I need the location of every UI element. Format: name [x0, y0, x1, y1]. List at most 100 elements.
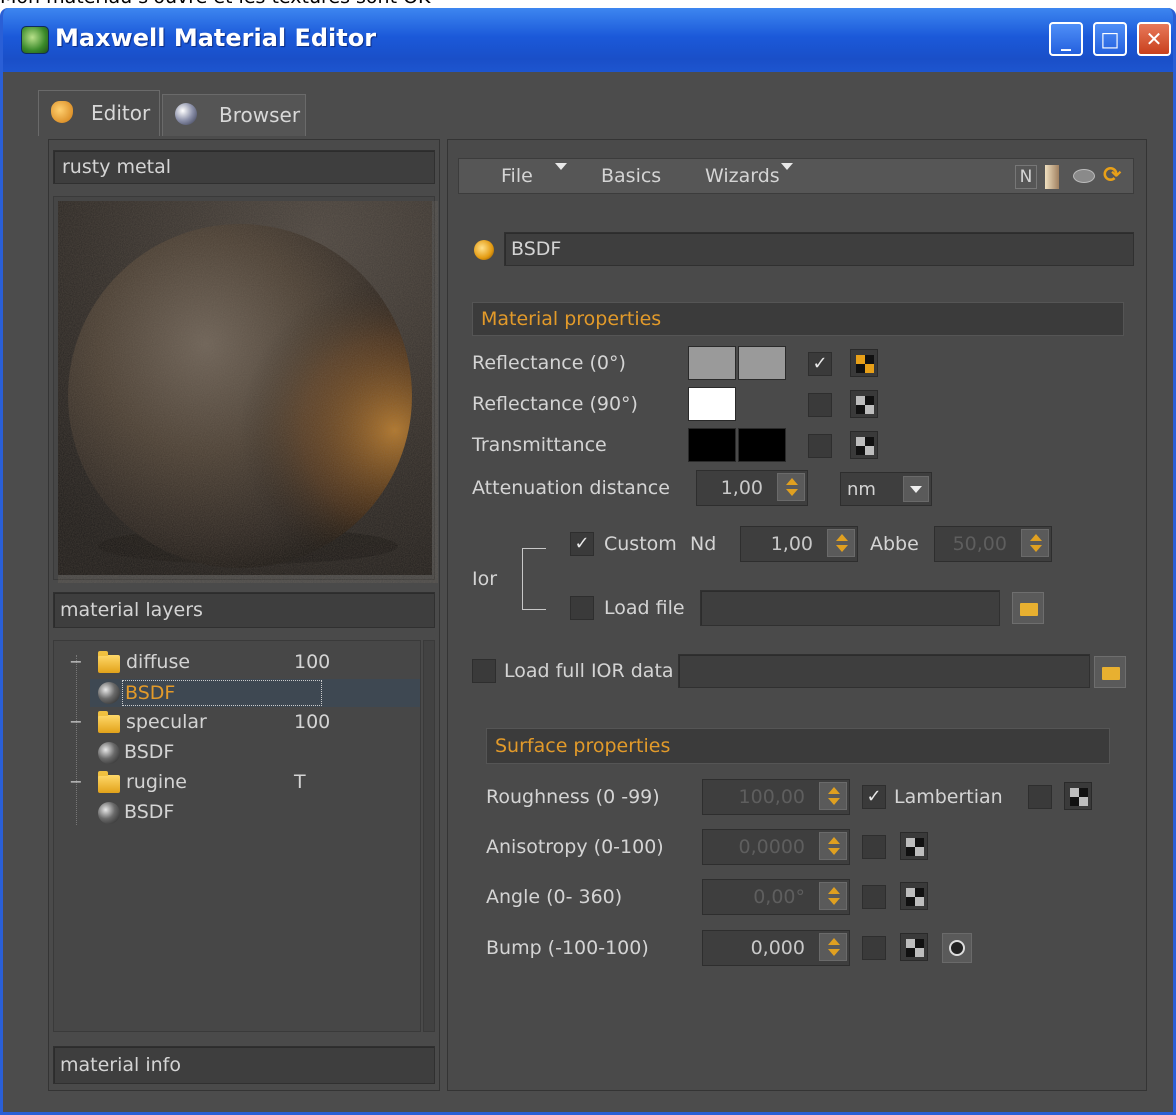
reflectance0-swatch[interactable]: [688, 346, 736, 380]
angle-spinbox[interactable]: 0,00°: [702, 879, 850, 915]
tab-editor[interactable]: Editor: [38, 90, 160, 136]
attenuation-spinbox[interactable]: 1,00: [696, 470, 808, 506]
reflectance90-swatch[interactable]: [688, 387, 736, 421]
browse-folder-icon[interactable]: [1012, 592, 1044, 624]
load-full-ior-checkbox[interactable]: [472, 659, 496, 683]
abbe-spinbox[interactable]: 50,00: [934, 526, 1052, 562]
reflectance90-checkbox[interactable]: [808, 393, 832, 417]
refresh-icon[interactable]: ⟳: [1103, 163, 1121, 188]
tree-row-diffuse[interactable]: − diffuse 100: [54, 649, 420, 677]
anisotropy-texture-checkbox[interactable]: [862, 835, 886, 859]
tree-row-rugine[interactable]: − rugine T: [54, 769, 420, 797]
close-button[interactable]: ✕: [1137, 22, 1171, 56]
load-file-checkbox[interactable]: [570, 596, 594, 620]
bsdf-sphere-icon: [98, 682, 120, 704]
reflectance0-texture-icon[interactable]: [850, 349, 878, 377]
menu-wizards[interactable]: Wizards: [705, 165, 780, 187]
tab-browser[interactable]: Browser: [162, 94, 306, 136]
tree-item-label: BSDF: [124, 801, 175, 823]
editor-icon: [51, 101, 73, 123]
reflectance0-checkbox[interactable]: ✓: [808, 352, 832, 376]
browse-folder-icon[interactable]: [1094, 656, 1126, 688]
tree-row-bsdf[interactable]: BSDF: [90, 799, 420, 827]
attenuation-unit-value: nm: [847, 479, 876, 500]
collapse-icon[interactable]: −: [69, 714, 83, 730]
roughness-label: Roughness (0 -99): [486, 786, 660, 808]
tree-row-bsdf-selected[interactable]: BSDF: [90, 679, 420, 707]
chevron-down-icon[interactable]: [903, 476, 929, 502]
roughness-spinbox[interactable]: 100,00: [702, 779, 850, 815]
folder-icon: [98, 651, 120, 673]
spinner-arrows-icon[interactable]: [819, 933, 847, 961]
ior-file-path-input[interactable]: [700, 590, 1000, 626]
maximize-button[interactable]: □: [1093, 22, 1127, 56]
custom-ior-checkbox[interactable]: ✓: [570, 532, 594, 556]
bsdf-enable-icon[interactable]: [474, 240, 494, 260]
custom-label: Custom: [604, 533, 677, 555]
transmittance-swatch[interactable]: [688, 428, 736, 462]
tree-item-weight: T: [294, 771, 306, 793]
transmittance-texture-icon[interactable]: [850, 431, 878, 459]
tree-row-bsdf[interactable]: BSDF: [90, 739, 420, 767]
tree-item-weight: 100: [294, 711, 331, 733]
load-full-ior-label: Load full IOR data: [504, 660, 674, 682]
normal-map-icon: [949, 940, 965, 956]
angle-value: 0,00°: [753, 886, 805, 908]
title-bar[interactable]: Maxwell Material Editor _ □ ✕: [3, 8, 1173, 72]
nd-spinbox[interactable]: 1,00: [740, 526, 858, 562]
material-name-field[interactable]: rusty metal: [53, 150, 435, 184]
collapse-icon[interactable]: −: [69, 774, 83, 790]
transmittance-checkbox[interactable]: [808, 434, 832, 458]
reflectance90-texture-icon[interactable]: [850, 390, 878, 418]
spinner-arrows-icon[interactable]: [1021, 529, 1049, 557]
minimize-icon: _: [1061, 27, 1071, 51]
minimize-button[interactable]: _: [1049, 22, 1083, 56]
normal-toggle-button[interactable]: N: [1015, 165, 1037, 189]
material-properties-header[interactable]: Material properties: [472, 302, 1124, 336]
browser-sphere-icon: [175, 103, 197, 125]
attenuation-unit-select[interactable]: nm: [840, 472, 932, 506]
angle-label: Angle (0- 360): [486, 886, 623, 908]
spinner-arrows-icon[interactable]: [827, 529, 855, 557]
spinner-arrows-icon[interactable]: [819, 882, 847, 910]
tab-browser-label: Browser: [219, 103, 301, 127]
spinner-arrows-icon[interactable]: [819, 832, 847, 860]
dropdown-arrow-icon: [781, 163, 793, 176]
anisotropy-spinbox[interactable]: 0,0000: [702, 829, 850, 865]
window-title: Maxwell Material Editor: [55, 24, 377, 52]
maxwell-app-icon: [21, 26, 49, 54]
bump-spinbox[interactable]: 0,000: [702, 930, 850, 966]
tree-item-label: BSDF: [122, 680, 322, 706]
folder-icon: [98, 771, 120, 793]
reflectance0-swatch-b[interactable]: [738, 346, 786, 380]
material-preview-render: [58, 201, 432, 575]
ior-label: Ior: [472, 568, 498, 590]
full-ior-file-path-input[interactable]: [678, 654, 1090, 688]
left-panel: rusty metal material layers − diffuse 10…: [48, 139, 440, 1091]
surface-properties-header[interactable]: Surface properties: [486, 728, 1110, 764]
lambertian-checkbox[interactable]: ✓: [862, 785, 886, 809]
menu-basics[interactable]: Basics: [601, 165, 661, 187]
texture-icon[interactable]: [1045, 165, 1059, 189]
collapse-icon[interactable]: −: [69, 654, 83, 670]
spinner-arrows-icon[interactable]: [777, 473, 805, 501]
bump-texture-icon[interactable]: [900, 933, 928, 961]
tree-item-label: BSDF: [124, 741, 175, 763]
anisotropy-texture-icon[interactable]: [900, 832, 928, 860]
tree-row-specular[interactable]: − specular 100: [54, 709, 420, 737]
angle-texture-checkbox[interactable]: [862, 885, 886, 909]
material-editor-window: Maxwell Material Editor _ □ ✕ Editor Bro…: [0, 8, 1176, 1115]
roughness-texture-icon[interactable]: [1064, 782, 1092, 810]
bump-texture-checkbox[interactable]: [862, 936, 886, 960]
spinner-arrows-icon[interactable]: [819, 782, 847, 810]
eye-icon[interactable]: [1073, 169, 1095, 183]
tree-item-weight: 100: [294, 651, 331, 673]
roughness-texture-checkbox[interactable]: [1028, 785, 1052, 809]
transmittance-swatch-b[interactable]: [738, 428, 786, 462]
tree-scrollbar[interactable]: [423, 640, 435, 1032]
menu-file[interactable]: File: [501, 165, 533, 187]
normal-map-button[interactable]: [942, 933, 972, 963]
bsdf-name-field[interactable]: BSDF: [504, 232, 1134, 266]
angle-texture-icon[interactable]: [900, 882, 928, 910]
attenuation-label: Attenuation distance: [472, 477, 670, 499]
